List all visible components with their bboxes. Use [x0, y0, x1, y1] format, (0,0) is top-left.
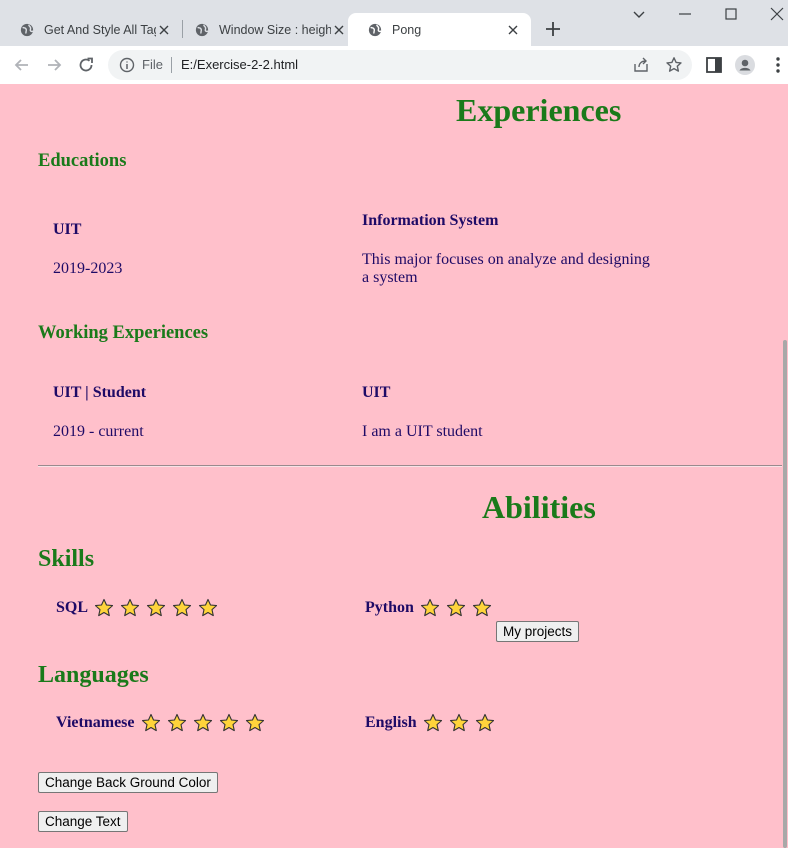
working-experiences-heading: Working Experiences	[38, 323, 209, 343]
star-icon	[120, 598, 140, 617]
close-window-icon[interactable]	[768, 5, 786, 23]
back-icon[interactable]	[12, 55, 32, 75]
address-bar[interactable]: File E:/Exercise-2-2.html	[108, 50, 692, 80]
language-name: English	[365, 714, 417, 731]
star-icon	[193, 713, 212, 732]
forward-icon[interactable]	[44, 55, 64, 75]
share-icon[interactable]	[632, 56, 650, 74]
education-right-label: Information System	[362, 212, 499, 229]
education-left-detail: 2019-2023	[53, 260, 123, 277]
skills-heading: Skills	[38, 546, 95, 572]
education-right-detail-line1: This major focuses on analyze and design…	[362, 251, 650, 268]
educations-heading: Educations	[38, 151, 127, 171]
tab-title: Pong	[392, 22, 422, 37]
tab-window-size[interactable]: Window Size : height	[175, 13, 357, 46]
tab-get-and-style[interactable]: Get And Style All Tag	[0, 13, 182, 46]
work-right-label: UIT	[362, 384, 391, 401]
language-name: Vietnamese	[56, 714, 135, 731]
languages-heading: Languages	[38, 662, 149, 688]
globe-icon	[368, 23, 382, 36]
star-icon	[420, 598, 439, 617]
page-viewport: Experiences Educations UIT 2019-2023 Inf…	[0, 84, 788, 848]
tab-pong[interactable]: Pong	[348, 13, 531, 46]
my-projects-button[interactable]: My projects	[496, 621, 580, 642]
star-rating	[420, 598, 498, 618]
menu-kebab-icon[interactable]	[768, 55, 788, 75]
work-right-detail: I am a UIT student	[362, 423, 483, 440]
work-left-detail: 2019 - current	[53, 423, 144, 440]
star-icon	[472, 598, 491, 617]
profile-avatar-icon[interactable]	[735, 55, 755, 75]
experiences-heading: Experiences	[456, 92, 622, 128]
star-icon	[245, 713, 264, 732]
section-divider	[38, 465, 788, 467]
language-item: Vietnamese	[56, 713, 271, 733]
star-icon	[141, 713, 160, 732]
reload-icon[interactable]	[76, 55, 96, 75]
star-icon	[423, 713, 442, 732]
change-text-button[interactable]: Change Text	[38, 811, 128, 832]
bookmark-star-icon[interactable]	[665, 56, 683, 74]
side-panel-icon[interactable]	[704, 55, 724, 75]
star-icon	[167, 713, 186, 732]
close-tab-icon[interactable]	[331, 22, 347, 38]
star-rating	[141, 713, 271, 733]
star-icon	[449, 713, 468, 732]
address-separator	[171, 57, 172, 73]
education-right-detail-line2: a system	[362, 269, 418, 286]
star-rating	[423, 713, 501, 733]
star-rating	[94, 598, 224, 618]
scrollbar-thumb[interactable]	[783, 340, 787, 848]
globe-icon	[195, 23, 209, 36]
maximize-icon[interactable]	[722, 5, 740, 23]
language-item: English	[365, 713, 501, 733]
tab-title: Get And Style All Tag	[44, 22, 156, 37]
close-tab-icon[interactable]	[505, 22, 521, 38]
abilities-heading: Abilities	[482, 489, 596, 525]
star-icon	[446, 598, 465, 617]
url-text[interactable]: E:/Exercise-2-2.html	[181, 57, 298, 72]
globe-icon	[20, 23, 34, 36]
skill-item: Python	[365, 598, 498, 618]
tab-search-icon[interactable]	[630, 5, 648, 23]
close-tab-icon[interactable]	[156, 22, 172, 38]
skill-name: Python	[365, 599, 414, 616]
change-background-color-button[interactable]: Change Back Ground Color	[38, 772, 218, 793]
skill-item: SQL	[56, 598, 224, 618]
minimize-icon[interactable]	[676, 5, 694, 23]
vertical-scrollbar[interactable]	[782, 84, 788, 848]
info-icon[interactable]	[119, 57, 135, 73]
star-icon	[219, 713, 238, 732]
star-icon	[475, 713, 494, 732]
star-icon	[198, 598, 218, 617]
new-tab-icon[interactable]	[543, 19, 563, 39]
education-left-label: UIT	[53, 221, 82, 238]
star-icon	[172, 598, 192, 617]
tab-strip: Get And Style All Tag Window Size : heig…	[0, 0, 788, 46]
star-icon	[146, 598, 166, 617]
file-scheme-label: File	[142, 57, 163, 72]
browser-toolbar: File E:/Exercise-2-2.html	[0, 46, 788, 84]
work-left-label: UIT | Student	[53, 384, 147, 401]
skill-name: SQL	[56, 599, 89, 616]
tab-title: Window Size : height	[219, 22, 331, 37]
star-icon	[94, 598, 114, 617]
